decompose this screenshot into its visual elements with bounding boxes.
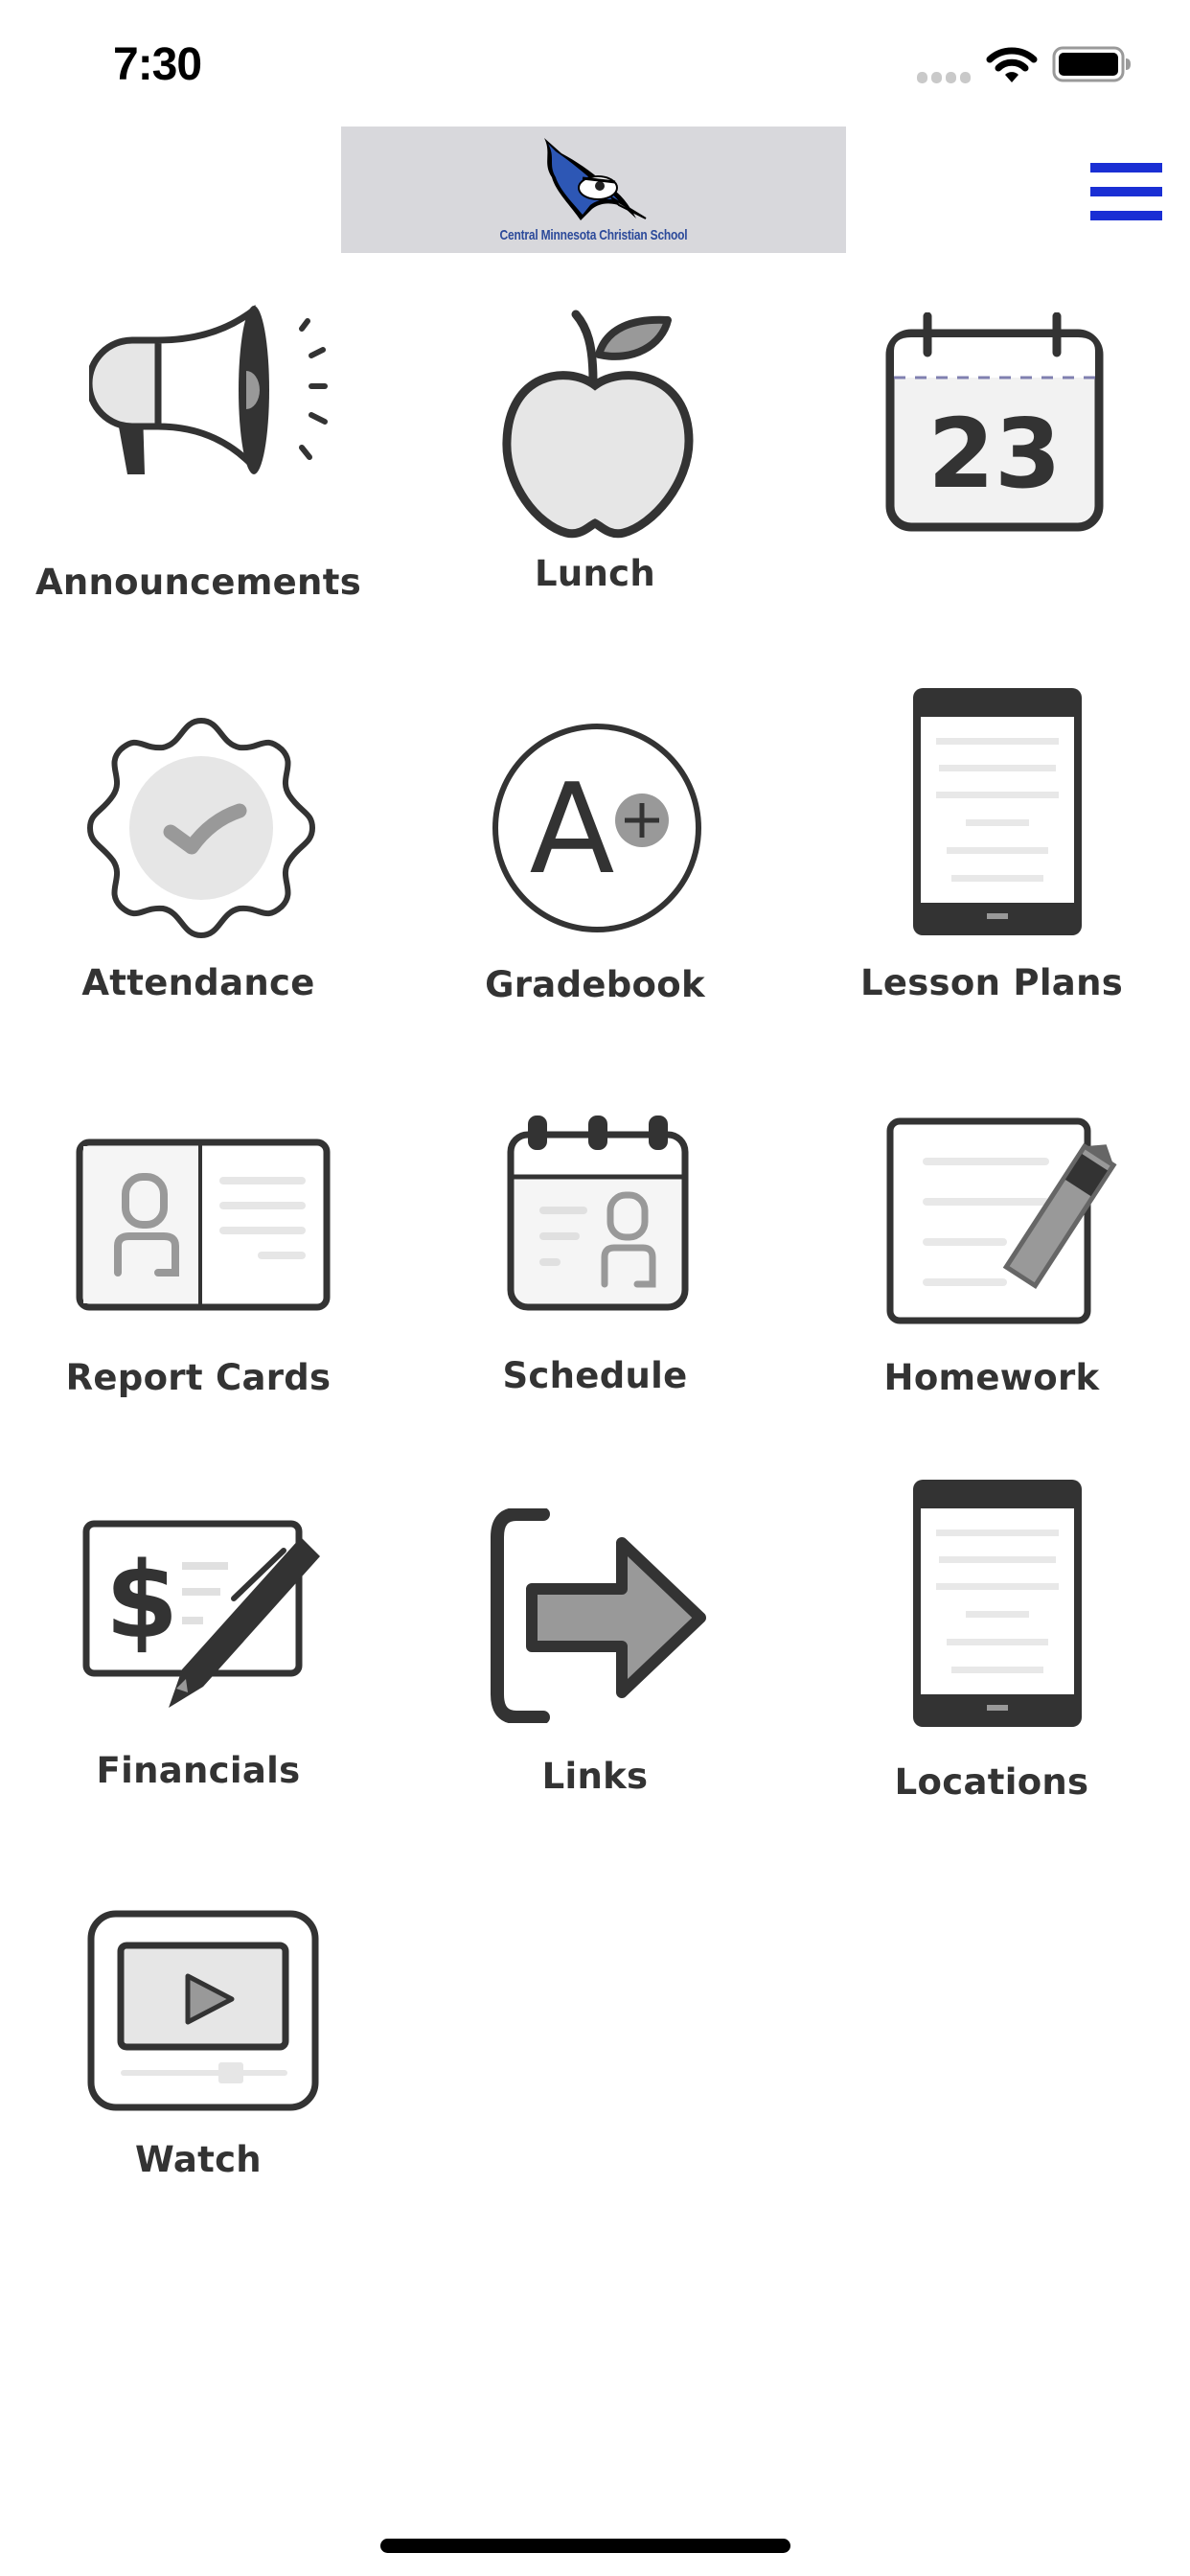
document-pencil-icon — [886, 1117, 1117, 1324]
tile-label: Gradebook — [485, 964, 705, 1005]
hamburger-menu-icon — [1090, 163, 1162, 172]
calendar-icon: 23 — [885, 312, 1104, 532]
tile-label: Lesson Plans — [859, 962, 1124, 1003]
tile-label: Watch — [135, 2139, 262, 2180]
megaphone-icon — [89, 305, 328, 474]
external-link-arrow-icon — [491, 1508, 706, 1723]
tile-attendance[interactable]: Attendance — [7, 709, 390, 1016]
tile-schedule[interactable]: Schedule — [403, 1102, 787, 1409]
status-time: 7:30 — [113, 39, 202, 90]
tile-locations[interactable]: Locations — [800, 1457, 1183, 1803]
tile-label: Schedule — [502, 1355, 688, 1396]
calendar-day: 23 — [927, 398, 1061, 510]
report-card-icon — [76, 1138, 331, 1311]
tile-lunch[interactable]: Lunch — [403, 288, 787, 604]
bluejay-mascot-icon — [544, 138, 647, 220]
check-dollar-pen-icon: $ — [82, 1520, 320, 1708]
home-indicator[interactable] — [380, 2539, 790, 2553]
tile-report-cards[interactable]: Report Cards — [7, 1102, 390, 1409]
tablet-document-icon — [913, 1480, 1082, 1727]
tile-announcements[interactable]: Announcements — [7, 288, 390, 613]
video-player-icon — [87, 1910, 319, 2111]
tile-label: Announcements — [34, 562, 362, 603]
hamburger-menu-button[interactable] — [1083, 153, 1169, 230]
battery-icon — [1052, 46, 1131, 82]
apple-icon — [502, 310, 694, 539]
tablet-document-icon — [913, 688, 1082, 935]
tile-lesson-plans[interactable]: Lesson Plans — [800, 671, 1183, 1016]
tile-label: Homework — [883, 1357, 1100, 1398]
tile-homework[interactable]: Homework — [800, 1102, 1183, 1409]
wifi-icon — [986, 47, 1038, 82]
tile-label: Links — [541, 1756, 649, 1797]
tile-label: Report Cards — [65, 1357, 332, 1398]
tile-label: Attendance — [81, 962, 315, 1003]
svg-text:$: $ — [105, 1539, 179, 1662]
school-name: Central Minnesota Christian School — [499, 226, 688, 243]
tile-calendar[interactable]: 23 — [800, 288, 1183, 604]
tile-label: Financials — [96, 1750, 301, 1791]
cellular-signal-icon — [915, 0, 973, 96]
school-logo[interactable]: Central Minnesota Christian School — [341, 126, 846, 253]
tile-watch[interactable]: Watch — [7, 1888, 390, 2195]
tile-label: Lunch — [534, 553, 656, 594]
schedule-calendar-icon — [507, 1116, 689, 1311]
tile-label: Locations — [894, 1761, 1089, 1803]
tile-gradebook[interactable]: A Gradebook — [403, 709, 787, 1016]
grade-letter: A — [530, 756, 615, 902]
tile-links[interactable]: Links — [403, 1495, 787, 1802]
a-plus-grade-icon: A — [492, 724, 701, 932]
tile-financials[interactable]: $ Financials — [7, 1495, 390, 1802]
checkmark-badge-icon — [86, 717, 316, 939]
